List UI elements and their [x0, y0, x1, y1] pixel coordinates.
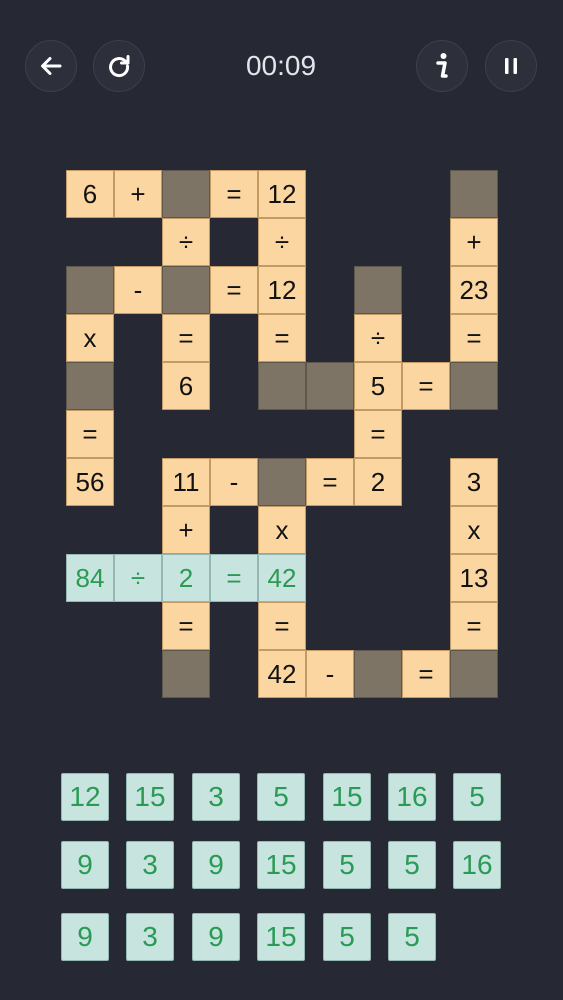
number-cell: 2 [354, 458, 402, 506]
operator-cell: = [402, 362, 450, 410]
number-tile[interactable]: 9 [192, 841, 240, 889]
number-tile[interactable]: 5 [257, 773, 305, 821]
operator-cell: ÷ [114, 554, 162, 602]
solved-number-cell: 42 [258, 554, 306, 602]
number-tile[interactable]: 3 [126, 913, 174, 961]
operator-cell: = [162, 314, 210, 362]
operator-cell: = [402, 650, 450, 698]
number-cell: 42 [258, 650, 306, 698]
puzzle-board: 6 + = 12 ÷ ÷ + - = 12 23 x = = ÷ = 6 5 = = = 56 11- = 2 3 + x x 84 ÷ 2 =… [0, 0, 563, 720]
number-tile[interactable]: 5 [323, 841, 371, 889]
operator-cell: = [66, 410, 114, 458]
number-tile[interactable]: 15 [257, 841, 305, 889]
operator-cell: = [258, 602, 306, 650]
empty-cell[interactable] [162, 266, 210, 314]
operator-cell: + [114, 170, 162, 218]
empty-cell[interactable] [354, 266, 402, 314]
operator-cell: = [210, 266, 258, 314]
number-tile[interactable]: 15 [126, 773, 174, 821]
number-tile[interactable]: 9 [192, 913, 240, 961]
number-tile[interactable]: 9 [61, 841, 109, 889]
operator-cell: = [258, 314, 306, 362]
operator-cell: x [450, 506, 498, 554]
number-tile[interactable]: 9 [61, 913, 109, 961]
operator-cell: = [210, 554, 258, 602]
operator-cell: ÷ [354, 314, 402, 362]
operator-cell: + [450, 218, 498, 266]
solved-number-cell: 84 [66, 554, 114, 602]
number-cell: 23 [450, 266, 498, 314]
operator-cell: - [114, 266, 162, 314]
empty-cell[interactable] [162, 170, 210, 218]
number-tile[interactable]: 5 [453, 773, 501, 821]
number-cell: 11 [162, 458, 210, 506]
operator-cell: x [66, 314, 114, 362]
operator-cell: = [162, 602, 210, 650]
number-tile[interactable]: 16 [453, 841, 501, 889]
number-tile[interactable]: 3 [192, 773, 240, 821]
empty-cell[interactable] [450, 362, 498, 410]
empty-cell[interactable] [258, 458, 306, 506]
number-tile[interactable]: 5 [388, 913, 436, 961]
number-tile[interactable]: 5 [388, 841, 436, 889]
number-cell: 3 [450, 458, 498, 506]
operator-cell: = [450, 602, 498, 650]
number-tile[interactable]: 12 [61, 773, 109, 821]
operator-cell: x [258, 506, 306, 554]
number-cell: 56 [66, 458, 114, 506]
operator-cell: ÷ [162, 218, 210, 266]
solved-number-cell: 2 [162, 554, 210, 602]
empty-cell[interactable] [354, 650, 402, 698]
number-cell: 5 [354, 362, 402, 410]
number-tile[interactable]: 15 [257, 913, 305, 961]
operator-cell: = [450, 314, 498, 362]
number-tile[interactable]: 3 [126, 841, 174, 889]
number-cell: 12 [258, 266, 306, 314]
empty-cell[interactable] [450, 170, 498, 218]
number-tile[interactable]: 15 [323, 773, 371, 821]
number-cell: 6 [162, 362, 210, 410]
empty-cell[interactable] [162, 650, 210, 698]
empty-cell[interactable] [306, 362, 354, 410]
empty-cell[interactable] [66, 266, 114, 314]
operator-cell: - [306, 650, 354, 698]
operator-cell: ÷ [258, 218, 306, 266]
number-tile[interactable]: 16 [388, 773, 436, 821]
number-cell: 13 [450, 554, 498, 602]
operator-cell: = [210, 170, 258, 218]
operator-cell: = [354, 410, 402, 458]
operator-cell: - [210, 458, 258, 506]
number-cell: 12 [258, 170, 306, 218]
empty-cell[interactable] [450, 650, 498, 698]
empty-cell[interactable] [258, 362, 306, 410]
operator-cell: + [162, 506, 210, 554]
operator-cell: = [306, 458, 354, 506]
empty-cell[interactable] [66, 362, 114, 410]
number-tile[interactable]: 5 [323, 913, 371, 961]
number-cell: 6 [66, 170, 114, 218]
